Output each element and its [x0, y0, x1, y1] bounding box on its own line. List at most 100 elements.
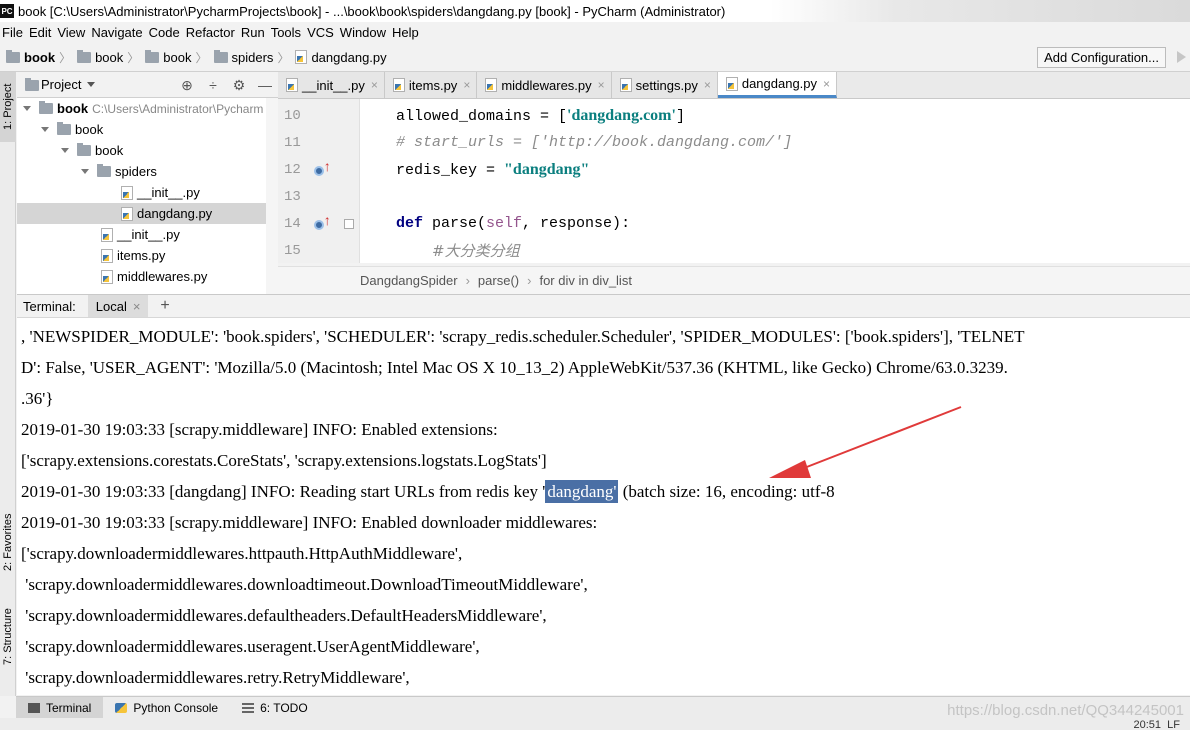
tree-item-book-root[interactable]: book C:\Users\Administrator\Pycharm — [17, 98, 278, 119]
project-tool-tab[interactable]: 1: Project — [0, 72, 16, 142]
project-view-selector[interactable]: Project — [41, 77, 81, 92]
tree-item-dangdang[interactable]: dangdang.py — [17, 203, 278, 224]
code-line: 12 ↑ redis_key = "dangdang" — [278, 156, 1190, 183]
collapse-all-icon[interactable]: ÷ — [206, 78, 220, 92]
menu-view[interactable]: View — [55, 25, 89, 40]
breadcrumb-label: dangdang.py — [311, 49, 387, 65]
minimize-icon[interactable]: — — [258, 78, 272, 92]
fold-icon[interactable] — [344, 219, 354, 229]
folder-icon — [213, 49, 228, 63]
tab-todo[interactable]: 6: TODO — [230, 697, 320, 719]
project-panel-header: Project ⊕ ÷ ⚙ — — [17, 72, 278, 98]
menu-window[interactable]: Window — [338, 25, 390, 40]
menu-code[interactable]: Code — [147, 25, 184, 40]
menu-bar: File Edit View Navigate Code Refactor Ru… — [0, 22, 1190, 43]
tab-middlewares[interactable]: middlewares.py × — [477, 72, 612, 98]
close-icon[interactable]: × — [823, 77, 830, 91]
close-icon[interactable]: × — [463, 78, 470, 92]
close-icon[interactable]: × — [598, 78, 605, 92]
code-breadcrumb-method[interactable]: parse() — [478, 273, 519, 288]
gear-icon[interactable]: ⚙ — [232, 78, 246, 92]
folder-icon — [39, 101, 53, 114]
tab-items[interactable]: items.py × — [384, 72, 478, 98]
favorites-tool-tab[interactable]: 2: Favorites — [0, 502, 16, 582]
python-file-icon — [295, 50, 308, 64]
add-configuration-button[interactable]: Add Configuration... — [1037, 47, 1166, 68]
line-number: 10 — [284, 107, 301, 124]
close-icon[interactable]: × — [133, 299, 141, 314]
tab-terminal[interactable]: Terminal — [16, 696, 104, 719]
tree-item-middlewares[interactable]: middlewares.py — [17, 266, 278, 287]
code-line: 11 # start_urls = ['http://book.dangdang… — [278, 129, 1190, 156]
breadcrumb-item[interactable]: spiders 〉 — [213, 49, 289, 66]
tree-item-spiders-init[interactable]: __init__.py — [17, 182, 278, 203]
tree-item-init[interactable]: __init__.py — [17, 224, 278, 245]
tab-python-console[interactable]: Python Console — [103, 697, 230, 719]
tree-item-label: __init__.py — [137, 185, 200, 200]
expand-arrow-icon[interactable] — [41, 127, 49, 132]
python-file-icon — [725, 76, 738, 91]
watermark: https://blog.csdn.net/QQ344245001 — [947, 702, 1184, 719]
run-icon[interactable] — [1177, 51, 1186, 63]
code-breadcrumb-class[interactable]: DangdangSpider — [360, 273, 458, 288]
tree-item-spiders[interactable]: spiders — [17, 161, 278, 182]
breadcrumb-item[interactable]: dangdang.py — [295, 49, 387, 65]
breadcrumb-item[interactable]: book 〉 — [77, 49, 139, 66]
expand-arrow-icon[interactable] — [23, 106, 31, 111]
menu-vcs[interactable]: VCS — [305, 25, 338, 40]
terminal-session-tab[interactable]: Local × — [87, 295, 149, 317]
code-text: redis_key = "dangdang" — [396, 160, 590, 179]
breadcrumb-item[interactable]: book 〉 — [6, 49, 71, 66]
menu-edit[interactable]: Edit — [27, 25, 55, 40]
code-comment: # start_urls = ['http://book.dangdang.co… — [396, 134, 793, 151]
chevron-right-icon: › — [527, 273, 532, 288]
tab-settings[interactable]: settings.py × — [611, 72, 718, 98]
terminal-output[interactable]: , 'NEWSPIDER_MODULE': 'book.spiders', 'S… — [17, 318, 1190, 695]
menu-refactor[interactable]: Refactor — [184, 25, 239, 40]
editor-tabs: __init__.py × items.py × middlewares.py … — [278, 72, 1190, 99]
menu-run[interactable]: Run — [239, 25, 269, 40]
tab-label: settings.py — [635, 77, 698, 93]
menu-file[interactable]: File — [0, 25, 27, 40]
title-bar-blur — [770, 0, 1190, 22]
tree-item-label: book — [95, 143, 124, 158]
close-icon[interactable]: × — [371, 78, 378, 92]
python-file-icon — [392, 78, 405, 92]
new-session-icon[interactable]: + — [160, 297, 169, 315]
tab-label: items.py — [408, 77, 458, 93]
terminal-session-label: Local — [95, 298, 127, 314]
breadcrumb-item[interactable]: book 〉 — [145, 49, 208, 66]
status-bar — [0, 718, 1190, 730]
chevron-right-icon: 〉 — [127, 50, 140, 65]
tree-item-label: items.py — [117, 248, 166, 263]
tree-item-book-package[interactable]: book — [17, 140, 278, 161]
breadcrumb-label: book — [24, 49, 56, 65]
status-position[interactable]: 20:51 LF — [1134, 719, 1181, 730]
expand-arrow-icon[interactable] — [61, 148, 69, 153]
menu-help[interactable]: Help — [390, 25, 423, 40]
menu-tools[interactable]: Tools — [269, 25, 305, 40]
expand-arrow-icon[interactable] — [81, 169, 89, 174]
close-icon[interactable]: × — [704, 78, 711, 92]
python-file-icon — [121, 206, 133, 221]
menu-navigate[interactable]: Navigate — [89, 25, 146, 40]
tab-init[interactable]: __init__.py × — [278, 72, 385, 98]
tree-item-book[interactable]: book — [17, 119, 278, 140]
tree-item-items[interactable]: items.py — [17, 245, 278, 266]
override-marker-icon[interactable]: ↑ — [314, 160, 331, 178]
tab-label: middlewares.py — [501, 77, 592, 93]
python-file-icon — [485, 78, 498, 92]
locate-icon[interactable]: ⊕ — [180, 78, 194, 92]
todo-icon — [242, 702, 255, 713]
code-editor[interactable]: 10 allowed_domains = ['dangdang.com'] 11… — [278, 99, 1190, 263]
project-tree-scrollbar[interactable] — [266, 98, 278, 294]
python-file-icon — [101, 248, 113, 263]
code-breadcrumb-loop[interactable]: for div in div_list — [539, 273, 631, 288]
chevron-down-icon[interactable] — [87, 82, 96, 87]
tab-dangdang[interactable]: dangdang.py × — [717, 72, 838, 98]
override-marker-icon[interactable]: ↑ — [314, 214, 331, 232]
structure-tool-tab[interactable]: 7: Structure — [0, 602, 16, 672]
code-line: 14 ↑ def parse(self, response): — [278, 210, 1190, 237]
terminal-icon — [28, 702, 40, 713]
breadcrumb-label: book — [163, 49, 192, 65]
